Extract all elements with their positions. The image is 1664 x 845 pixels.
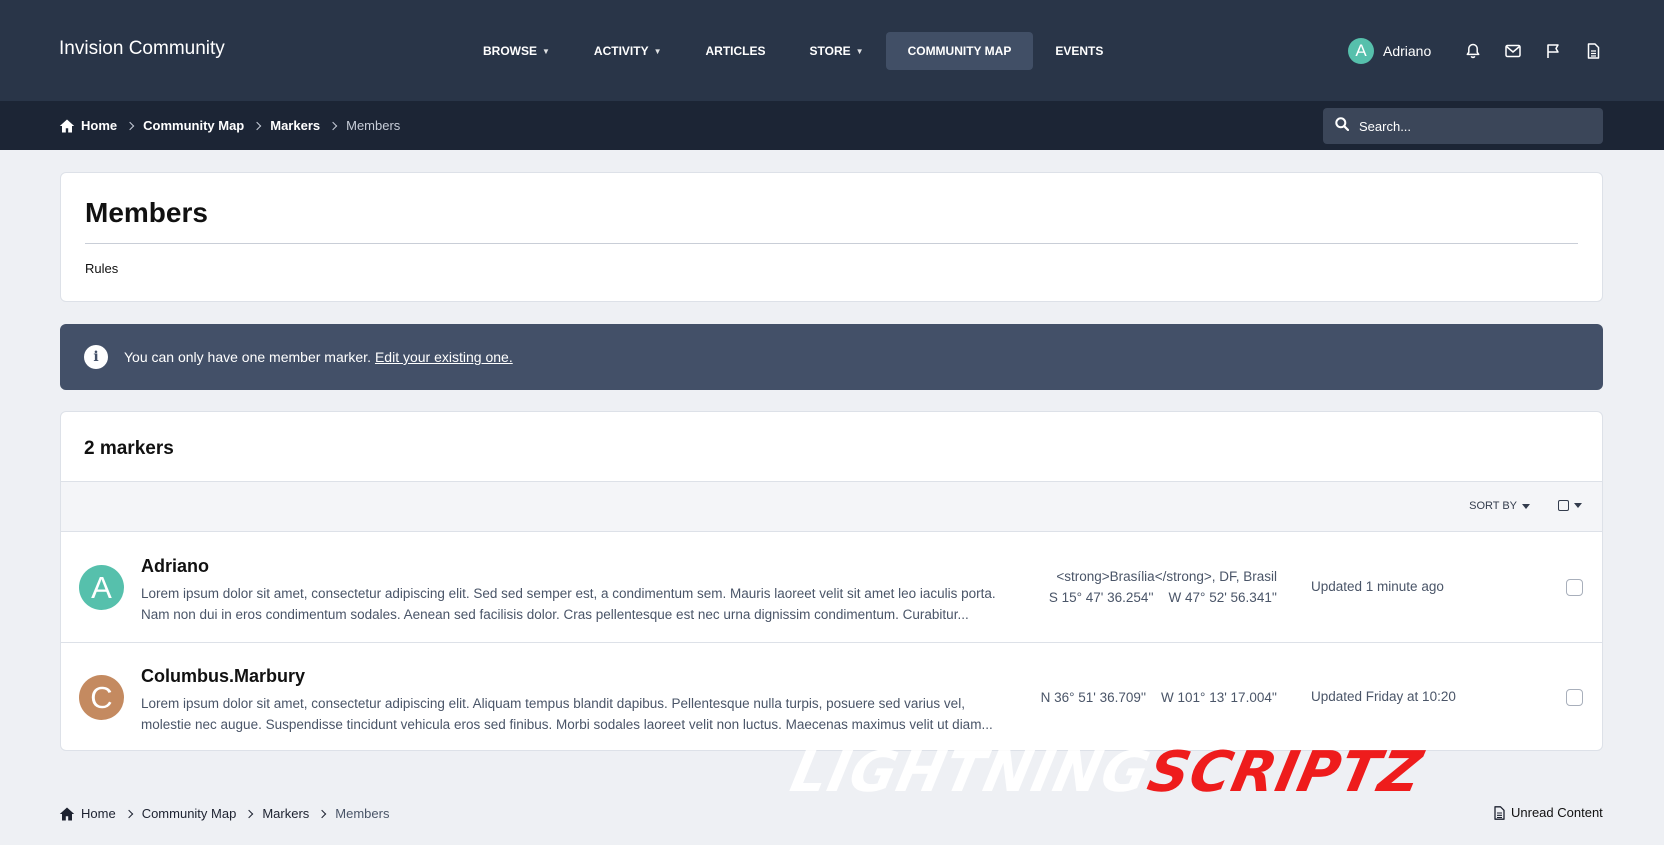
marker-description-line: molestie nec augue. Suspendisse tincidun… [141, 717, 993, 732]
lightningscriptz-watermark: LIGHTNING SCRIPTZ [785, 740, 1429, 805]
chevron-right-icon [124, 809, 133, 818]
unread-content-link[interactable]: Unread Content [1494, 805, 1603, 820]
row-checkbox[interactable] [1566, 579, 1583, 596]
chevron-down-icon: ▼ [653, 46, 662, 56]
marker-description: Lorem ipsum dolor sit amet, consectetur … [141, 583, 1021, 625]
breadcrumb-members: Members [346, 118, 401, 133]
chevron-right-icon [253, 121, 262, 130]
marker-title[interactable]: Columbus.Marbury [141, 666, 305, 687]
breadcrumb-markers[interactable]: Markers [270, 118, 320, 133]
user-name[interactable]: Adriano [1383, 43, 1431, 59]
list-item: C Columbus.Marbury Lorem ipsum dolor sit… [61, 643, 1602, 750]
divider [85, 243, 1578, 244]
caret-down-icon [1522, 503, 1530, 509]
page-header-card: Members Rules [60, 172, 1603, 302]
home-icon[interactable] [59, 807, 75, 821]
sort-by-button[interactable]: Sort By [1469, 500, 1530, 512]
marker-updated: Updated Friday at 10:20 [1311, 689, 1456, 704]
marker-description: Lorem ipsum dolor sit amet, consectetur … [141, 693, 1021, 735]
watermark-part2: SCRIPTZ [1142, 740, 1429, 805]
rules-link[interactable]: Rules [85, 261, 118, 276]
nav-community-map[interactable]: Community Map [885, 32, 1034, 70]
flag-icon[interactable] [1533, 37, 1573, 65]
avatar[interactable]: A [79, 565, 124, 610]
list-header: 2 markers [61, 412, 1602, 482]
breadcrumb-community-map[interactable]: Community Map [143, 118, 244, 133]
search-box[interactable] [1323, 108, 1603, 144]
unread-content-label: Unread Content [1511, 805, 1603, 820]
marker-location: <strong>Brasília</strong>, DF, Brasil S … [1049, 566, 1277, 608]
nav-browse[interactable]: Browse ▼ [461, 32, 572, 70]
nav-community-map-label: Community Map [907, 44, 1012, 58]
home-icon[interactable] [59, 119, 75, 133]
chevron-right-icon [328, 121, 338, 130]
nav-articles[interactable]: Articles [684, 32, 788, 70]
chevron-right-icon [125, 121, 135, 130]
caret-down-icon [1574, 503, 1582, 508]
marker-title[interactable]: Adriano [141, 556, 209, 577]
nav-activity[interactable]: Activity ▼ [572, 32, 684, 70]
marker-updated: Updated 1 minute ago [1311, 579, 1444, 594]
marker-location: N 36° 51' 36.709'' W 101° 13' 17.004'' [1041, 687, 1277, 708]
user-avatar[interactable]: A [1348, 38, 1374, 64]
user-bar: A Adriano [1348, 37, 1613, 65]
nav-articles-label: Articles [705, 44, 766, 58]
breadcrumb-markers[interactable]: Markers [262, 806, 309, 821]
list-toolbar: Sort By [61, 482, 1602, 532]
breadcrumb-home[interactable]: Home [81, 118, 117, 133]
breadcrumb: Home Community Map Markers Members [59, 118, 400, 133]
chevron-down-icon: ▼ [855, 46, 864, 56]
marker-coordinates: S 15° 47' 36.254'' W 47° 52' 56.341'' [1048, 590, 1277, 605]
marker-description-line: Lorem ipsum dolor sit amet, consectetur … [141, 696, 965, 711]
site-title[interactable]: Invision Community [59, 38, 225, 60]
sort-by-label: Sort By [1469, 500, 1517, 512]
nav-browse-label: Browse [483, 44, 537, 58]
chevron-down-icon: ▼ [542, 46, 550, 56]
info-message-text: You can only have one member marker. [124, 349, 371, 365]
top-header: Invision Community Browse ▼ Activity ▼ Art… [0, 0, 1664, 101]
select-all-button[interactable] [1558, 500, 1582, 511]
footer-breadcrumb: Home Community Map Markers Members [59, 806, 389, 821]
info-icon: i [84, 345, 108, 369]
marker-coordinates: N 36° 51' 36.709'' W 101° 13' 17.004'' [1040, 690, 1277, 705]
avatar[interactable]: C [79, 675, 124, 720]
bell-icon[interactable] [1453, 37, 1493, 65]
page-title: Members [85, 197, 208, 228]
nav-store[interactable]: Store ▼ [788, 32, 886, 70]
main-nav: Browse ▼ Activity ▼ Articles Store ▼ Commun… [461, 32, 1125, 70]
marker-address: <strong>Brasília</strong>, DF, Brasil [1056, 569, 1277, 584]
list-item: A Adriano Lorem ipsum dolor sit amet, co… [61, 533, 1602, 643]
watermark-part1: LIGHTNING [785, 740, 1157, 805]
chevron-right-icon [245, 809, 254, 818]
nav-store-label: Store [809, 44, 851, 58]
marker-description-line: Lorem ipsum dolor sit amet, consectetur … [141, 586, 996, 601]
nav-activity-label: Activity [593, 44, 649, 58]
checkbox-icon [1558, 500, 1569, 511]
nav-events[interactable]: Events [1033, 32, 1125, 70]
breadcrumb-community-map[interactable]: Community Map [142, 806, 237, 821]
markers-count: 2 markers [84, 438, 174, 459]
markers-list: 2 markers Sort By A Adriano Lorem ipsum … [60, 411, 1603, 751]
breadcrumb-members: Members [335, 806, 390, 821]
edit-existing-marker-link[interactable]: Edit your existing one. [375, 349, 513, 365]
nav-events-label: Events [1055, 44, 1104, 58]
search-input[interactable] [1359, 118, 1589, 134]
row-checkbox[interactable] [1566, 689, 1583, 706]
marker-description-line: Nam non dui in eros condimentum sodales.… [141, 607, 969, 622]
document-icon[interactable] [1573, 37, 1613, 65]
breadcrumb-home[interactable]: Home [81, 806, 116, 821]
chevron-right-icon [318, 809, 327, 818]
envelope-icon[interactable] [1493, 37, 1533, 65]
search-icon [1335, 116, 1350, 136]
info-message: i You can only have one member marker. E… [60, 324, 1603, 390]
document-icon [1494, 805, 1505, 820]
